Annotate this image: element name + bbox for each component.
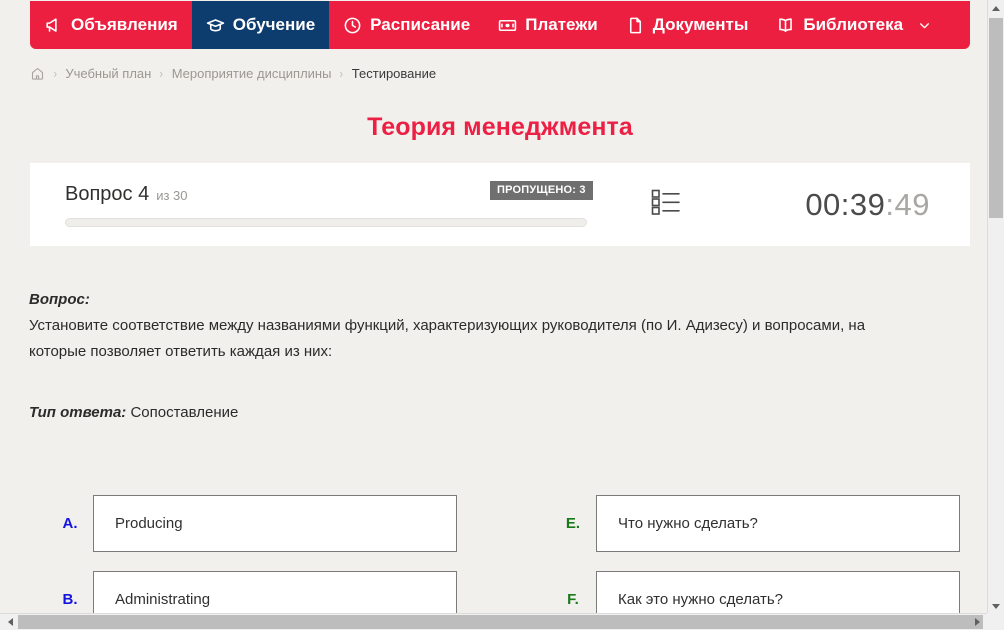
scroll-right-arrow[interactable] bbox=[971, 614, 987, 630]
answer-type-line: Тип ответа: Сопоставление bbox=[29, 404, 238, 421]
scroll-left-arrow[interactable] bbox=[0, 614, 16, 630]
answer-letter-e: E. bbox=[550, 515, 596, 532]
answer-type-value: Сопоставление bbox=[130, 404, 238, 421]
quiz-progress-section: Вопрос 4 из 30 ПРОПУЩЕНО: 3 bbox=[30, 183, 618, 227]
nav-item-learning[interactable]: Обучение bbox=[192, 1, 329, 49]
answer-type-label: Тип ответа: bbox=[29, 404, 126, 421]
nav-item-schedule[interactable]: Расписание bbox=[329, 1, 484, 49]
nav-label-library: Библиотека bbox=[803, 15, 903, 35]
horizontal-scrollbar[interactable] bbox=[0, 613, 1004, 630]
breadcrumb-separator: › bbox=[160, 67, 164, 80]
answer-row: E. Что нужно сделать? bbox=[550, 495, 1004, 552]
nav-item-announcements[interactable]: Объявления bbox=[30, 1, 192, 49]
breadcrumb-item-discipline-event[interactable]: Мероприятие дисциплины bbox=[172, 66, 332, 81]
list-icon[interactable] bbox=[651, 188, 681, 221]
horizontal-scrollbar-thumb[interactable] bbox=[18, 615, 983, 629]
answer-letter-b: B. bbox=[47, 591, 93, 608]
question-number: Вопрос 4 bbox=[65, 183, 149, 206]
nav-label-payments: Платежи bbox=[525, 15, 598, 35]
clock-icon bbox=[343, 16, 362, 35]
nav-label-documents: Документы bbox=[653, 15, 749, 35]
nav-item-documents[interactable]: Документы bbox=[612, 1, 763, 49]
nav-label-schedule: Расписание bbox=[370, 15, 470, 35]
vertical-scrollbar[interactable] bbox=[987, 0, 1004, 614]
breadcrumb-item-curriculum[interactable]: Учебный план bbox=[65, 66, 151, 81]
scrollbar-corner bbox=[987, 613, 1004, 630]
main-navigation: Объявления Обучение Расписание bbox=[30, 1, 970, 49]
nav-item-payments[interactable]: Платежи bbox=[484, 1, 612, 49]
scroll-up-arrow[interactable] bbox=[988, 0, 1004, 16]
graduation-cap-icon bbox=[206, 16, 225, 35]
nav-item-library[interactable]: Библиотека bbox=[762, 1, 945, 49]
vertical-scrollbar-thumb[interactable] bbox=[989, 18, 1003, 218]
answer-option-e[interactable]: Что нужно сделать? bbox=[596, 495, 960, 552]
countdown-timer: 00:39:49 bbox=[805, 187, 930, 223]
nav-label-announcements: Объявления bbox=[71, 15, 178, 35]
answer-letter-f: F. bbox=[550, 591, 596, 608]
question-list-toggle[interactable] bbox=[618, 188, 758, 221]
page-title: Теория менеджмента bbox=[0, 113, 1000, 142]
breadcrumb: › Учебный план › Мероприятие дисциплины … bbox=[30, 62, 436, 84]
quiz-header-card: Вопрос 4 из 30 ПРОПУЩЕНО: 3 00:39:49 bbox=[30, 163, 970, 246]
chevron-down-icon[interactable] bbox=[918, 19, 931, 32]
timer-seconds: :49 bbox=[885, 187, 930, 222]
breadcrumb-separator: › bbox=[340, 67, 344, 80]
timer-section: 00:39:49 bbox=[758, 187, 970, 223]
home-icon[interactable] bbox=[30, 66, 45, 81]
progress-bar bbox=[65, 218, 587, 227]
answer-row: A. Producing bbox=[47, 495, 507, 552]
question-total: из 30 bbox=[156, 188, 187, 203]
skipped-badge: ПРОПУЩЕНО: 3 bbox=[490, 181, 593, 200]
timer-main: 00:39 bbox=[805, 187, 885, 222]
answer-letter-a: A. bbox=[47, 515, 93, 532]
answer-matching-grid: A. Producing B. Administrating E. Что ну… bbox=[0, 495, 1000, 630]
breadcrumb-item-testing: Тестирование bbox=[352, 66, 436, 81]
megaphone-icon bbox=[44, 16, 63, 35]
question-label: Вопрос: bbox=[29, 291, 909, 308]
answer-column-left: A. Producing B. Administrating bbox=[47, 495, 507, 630]
question-body: Вопрос: Установите соответствие между на… bbox=[29, 291, 909, 365]
breadcrumb-separator: › bbox=[53, 67, 57, 80]
scroll-down-arrow[interactable] bbox=[988, 598, 1004, 614]
answer-column-right: E. Что нужно сделать? F. Как это нужно с… bbox=[550, 495, 1004, 630]
question-text: Установите соответствие между названиями… bbox=[29, 313, 879, 365]
nav-label-learning: Обучение bbox=[233, 15, 315, 35]
answer-option-a[interactable]: Producing bbox=[93, 495, 457, 552]
document-icon bbox=[626, 16, 645, 35]
banknote-icon bbox=[498, 16, 517, 35]
open-book-icon bbox=[776, 16, 795, 35]
app-root: Объявления Обучение Расписание bbox=[0, 0, 1004, 630]
